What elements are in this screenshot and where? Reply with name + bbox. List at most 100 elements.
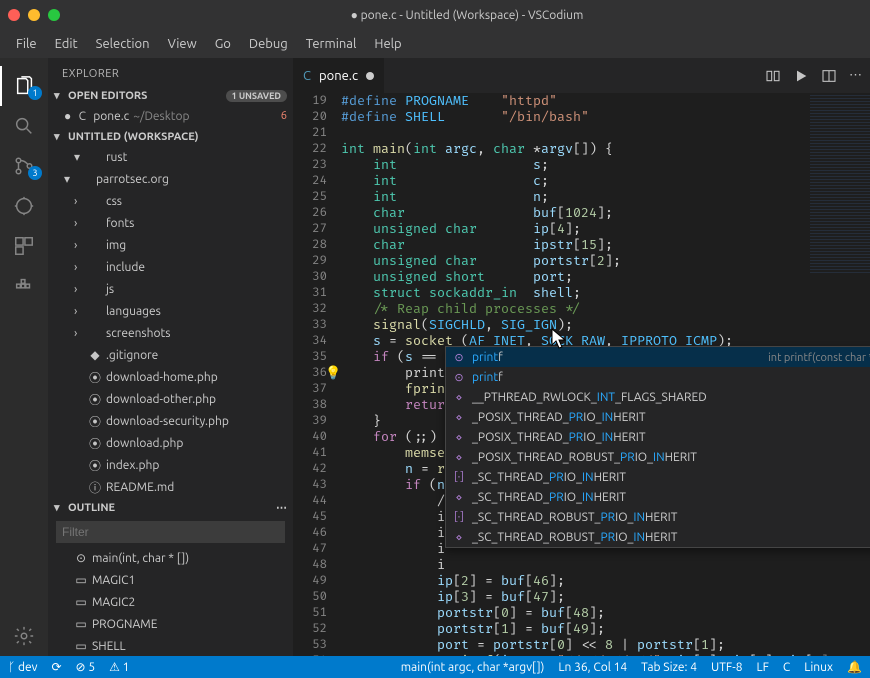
- file-item[interactable]: ⦿download-security.php: [52, 410, 293, 432]
- php-icon: ⦿: [88, 391, 102, 408]
- status-language[interactable]: C: [783, 661, 790, 674]
- c-file-icon: C: [75, 110, 89, 123]
- menu-edit[interactable]: Edit: [47, 33, 86, 55]
- suggest-kind-icon: [·]: [452, 511, 466, 523]
- more-icon[interactable]: ⋯: [849, 68, 862, 83]
- menu-file[interactable]: File: [8, 33, 45, 55]
- open-editors-header[interactable]: ▾ OPEN EDITORS 1 UNSAVED: [48, 86, 293, 105]
- chevron-down-icon: ▾: [54, 130, 64, 143]
- suggest-item[interactable]: ⋄_POSIX_THREAD_PRIO_INHERIT: [446, 427, 870, 447]
- file-item[interactable]: ⦿index.php: [52, 454, 293, 476]
- const-icon: ▭: [74, 617, 88, 631]
- suggest-kind-icon: ⊙: [452, 371, 466, 384]
- const-icon: ▭: [74, 573, 88, 587]
- suggest-item[interactable]: ⋄_SC_THREAD_ROBUST_PRIO_INHERIT: [446, 527, 870, 547]
- status-encoding[interactable]: UTF-8: [711, 661, 742, 674]
- status-eol[interactable]: LF: [756, 661, 768, 674]
- menu-selection[interactable]: Selection: [88, 33, 158, 55]
- chevron-icon: ›: [74, 305, 84, 318]
- chevron-icon: ›: [74, 327, 84, 340]
- menu-help[interactable]: Help: [366, 33, 409, 55]
- minimize-window[interactable]: [28, 9, 40, 21]
- php-icon: ⦿: [88, 369, 102, 386]
- md-icon: ⓘ: [88, 479, 102, 496]
- explorer-badge: 1: [28, 86, 42, 100]
- status-warnings[interactable]: ⚠ 1: [109, 660, 129, 674]
- suggest-item[interactable]: ⊙printfint printf(const char *__restrict…: [446, 347, 870, 367]
- folder-item[interactable]: ▾rust: [52, 146, 293, 168]
- folder-item[interactable]: ›screenshots: [52, 322, 293, 344]
- folder-item[interactable]: ›include: [52, 256, 293, 278]
- outline-header[interactable]: ▾ OUTLINE ⋯: [48, 498, 293, 517]
- status-context[interactable]: main(int argc, char *argv[]): [401, 661, 545, 674]
- compare-icon[interactable]: [765, 68, 781, 84]
- suggest-item[interactable]: ⋄_POSIX_THREAD_PRIO_INHERIT: [446, 407, 870, 427]
- status-bar: ᚴ dev ⟳ ⊘ 5 ⚠ 1 main(int argc, char *arg…: [0, 656, 870, 678]
- suggest-kind-icon: ⋄: [452, 411, 466, 424]
- close-window[interactable]: [8, 9, 20, 21]
- suggest-item[interactable]: [·]_SC_THREAD_PRIO_INHERIT: [446, 467, 870, 487]
- file-item[interactable]: ◆.gitignore: [52, 344, 293, 366]
- activity-debug-icon[interactable]: [0, 186, 48, 226]
- status-sync-icon[interactable]: ⟳: [51, 660, 61, 674]
- folder-item[interactable]: ›languages: [52, 300, 293, 322]
- folder-item[interactable]: ›js: [52, 278, 293, 300]
- run-icon[interactable]: [793, 68, 809, 84]
- lightbulb-icon[interactable]: 💡: [325, 365, 341, 381]
- dirty-dot: ●: [64, 109, 71, 123]
- status-branch[interactable]: ᚴ dev: [8, 661, 37, 674]
- status-tabsize[interactable]: Tab Size: 4: [641, 661, 697, 674]
- status-errors[interactable]: ⊘ 5: [76, 660, 96, 674]
- status-position[interactable]: Ln 36, Col 14: [558, 661, 627, 674]
- sidebar-title: EXPLORER: [48, 58, 293, 86]
- menu-debug[interactable]: Debug: [241, 33, 296, 55]
- file-item[interactable]: ⦿download-other.php: [52, 388, 293, 410]
- chevron-icon: ›: [74, 261, 84, 274]
- chevron-icon: ›: [74, 195, 84, 208]
- more-icon[interactable]: ⋯: [276, 501, 287, 514]
- status-bell-icon[interactable]: 🔔: [847, 660, 862, 674]
- outline-item[interactable]: ▭PROGNAME: [52, 613, 293, 635]
- menu-view[interactable]: View: [160, 33, 205, 55]
- tab-pone-c[interactable]: C pone.c: [293, 58, 385, 93]
- suggest-item[interactable]: ⋄_POSIX_THREAD_ROBUST_PRIO_INHERIT: [446, 447, 870, 467]
- split-editor-icon[interactable]: [821, 68, 837, 84]
- suggest-kind-icon: ⋄: [452, 451, 466, 464]
- suggest-item[interactable]: ⋄_SC_THREAD_PRIO_INHERIT: [446, 487, 870, 507]
- php-icon: ⦿: [88, 435, 102, 452]
- intellisense-popup[interactable]: ⊙printfint printf(const char *__restrict…: [445, 346, 870, 548]
- suggest-kind-icon: ⊙: [452, 351, 466, 364]
- workspace-header[interactable]: ▾ UNTITLED (WORKSPACE): [48, 127, 293, 146]
- outline-item[interactable]: ▭SHELL: [52, 635, 293, 657]
- file-item[interactable]: ⦿download-home.php: [52, 366, 293, 388]
- suggest-kind-icon: ⋄: [452, 531, 466, 544]
- activity-search-icon[interactable]: [0, 106, 48, 146]
- folder-item[interactable]: ›fonts: [52, 212, 293, 234]
- suggest-item[interactable]: ⋄__PTHREAD_RWLOCK_INT_FLAGS_SHARED: [446, 387, 870, 407]
- outline-item[interactable]: ▭MAGIC1: [52, 569, 293, 591]
- folder-item[interactable]: ›img: [52, 234, 293, 256]
- activity-extensions-icon[interactable]: [0, 226, 48, 266]
- outline-filter-input[interactable]: [56, 521, 285, 543]
- menu-terminal[interactable]: Terminal: [298, 33, 365, 55]
- chevron-icon: ›: [74, 283, 84, 296]
- tab-bar: C pone.c ⋯: [293, 58, 870, 93]
- activity-settings-icon[interactable]: [0, 616, 48, 656]
- suggest-item[interactable]: [·]_SC_THREAD_ROBUST_PRIO_INHERIT: [446, 507, 870, 527]
- chevron-icon: ▾: [74, 150, 84, 164]
- folder-item[interactable]: ▾parrotsec.org: [52, 168, 293, 190]
- activity-explorer-icon[interactable]: 1: [0, 66, 48, 106]
- suggest-item[interactable]: ⊙printf: [446, 367, 870, 387]
- open-editor-item[interactable]: ● C pone.c ~/Desktop 6: [52, 105, 293, 127]
- maximize-window[interactable]: [48, 9, 60, 21]
- activity-scm-icon[interactable]: 3: [0, 146, 48, 186]
- file-item[interactable]: ⦿download.php: [52, 432, 293, 454]
- folder-item[interactable]: ›css: [52, 190, 293, 212]
- outline-item[interactable]: ⊙main(int, char * []): [52, 547, 293, 569]
- activity-docker-icon[interactable]: [0, 266, 48, 306]
- suggest-kind-icon: [·]: [452, 471, 466, 483]
- status-os[interactable]: Linux: [804, 661, 833, 674]
- outline-item[interactable]: ▭MAGIC2: [52, 591, 293, 613]
- menu-go[interactable]: Go: [207, 33, 239, 55]
- file-item[interactable]: ⓘREADME.md: [52, 476, 293, 498]
